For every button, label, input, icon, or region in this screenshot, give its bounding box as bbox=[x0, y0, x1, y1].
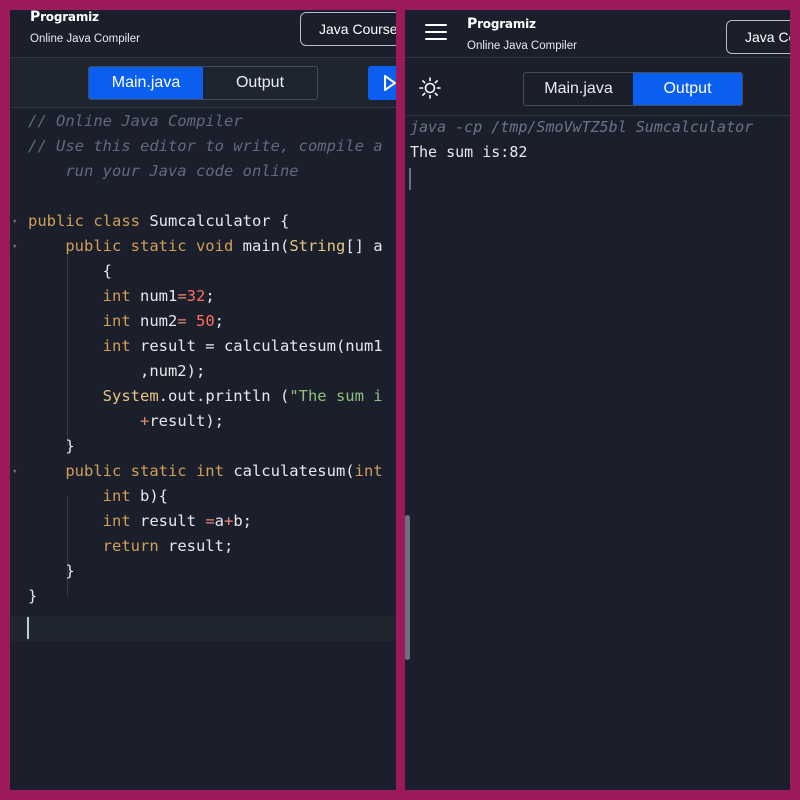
file-tabs: Main.java Output bbox=[88, 66, 318, 100]
top-bar: Programiz Online Java Compiler Java Cour… bbox=[10, 10, 396, 58]
code-line: // Online Java Compiler bbox=[28, 112, 243, 130]
code-line: run your Java code online bbox=[28, 162, 299, 180]
code-editor[interactable]: // Online Java Compiler // Use this edit… bbox=[10, 109, 396, 790]
code-line: public static int calculatesum(int bbox=[28, 462, 383, 480]
code-line: int result =a+b; bbox=[28, 512, 253, 530]
tab-bar: Main.java Output bbox=[405, 66, 790, 116]
code-line: public static void main(String[] a bbox=[28, 237, 383, 255]
output-result: The sum is:82 bbox=[410, 143, 528, 161]
java-course-button[interactable]: Java Co bbox=[726, 20, 790, 54]
top-bar: Programiz Online Java Compiler Java Co bbox=[405, 10, 790, 58]
code-line: int result = calculatesum(num1 bbox=[28, 337, 383, 355]
run-icon bbox=[384, 75, 396, 91]
code-line: public class Sumcalculator { bbox=[28, 212, 290, 230]
page-subtitle: Online Java Compiler bbox=[30, 33, 140, 45]
code-line: ,num2); bbox=[28, 362, 206, 380]
run-button[interactable] bbox=[368, 66, 396, 100]
code-line: int num1=32; bbox=[28, 287, 215, 305]
code-line: int b){ bbox=[28, 487, 168, 505]
code-line: } bbox=[28, 562, 75, 580]
tab-output[interactable]: Output bbox=[203, 67, 317, 99]
fold-arrow-icon[interactable]: ▾ bbox=[12, 242, 17, 252]
panel-resize-handle[interactable] bbox=[405, 515, 410, 660]
programiz-logo[interactable]: Programiz bbox=[30, 10, 99, 25]
sun-icon[interactable] bbox=[419, 77, 441, 99]
text-cursor bbox=[27, 617, 29, 639]
page-subtitle: Online Java Compiler bbox=[467, 40, 577, 52]
tab-bar: Main.java Output bbox=[10, 58, 396, 108]
code-line: System.out.println ("The sum i bbox=[28, 387, 383, 405]
code-line: return result; bbox=[28, 537, 234, 555]
fold-arrow-icon[interactable]: ▾ bbox=[12, 217, 17, 227]
tab-output[interactable]: Output bbox=[633, 73, 742, 105]
fold-arrow-icon[interactable]: ▾ bbox=[12, 467, 17, 477]
logo-text: rogramiz bbox=[477, 17, 536, 31]
logo-mark: P bbox=[467, 16, 478, 32]
code-line: int num2= 50; bbox=[28, 312, 224, 330]
output-panel: Programiz Online Java Compiler Java Co M… bbox=[405, 10, 790, 790]
java-course-button[interactable]: Java Course bbox=[300, 12, 396, 46]
code-line: } bbox=[28, 437, 75, 455]
logo-text: rogramiz bbox=[40, 10, 99, 24]
code-line: +result); bbox=[139, 412, 224, 430]
logo-mark: P bbox=[30, 10, 41, 25]
programiz-logo[interactable]: Programiz bbox=[467, 16, 536, 32]
text-cursor bbox=[409, 168, 411, 190]
output-console[interactable]: java -cp /tmp/SmoVwTZ5bl Sumcalculator T… bbox=[405, 115, 790, 790]
editor-panel: Programiz Online Java Compiler Java Cour… bbox=[10, 10, 396, 790]
tab-main-java[interactable]: Main.java bbox=[524, 73, 633, 105]
hamburger-icon[interactable] bbox=[425, 24, 447, 45]
code-line: // Use this editor to write, compile a bbox=[28, 137, 383, 155]
code-line: { bbox=[28, 262, 112, 280]
output-command: java -cp /tmp/SmoVwTZ5bl Sumcalculator bbox=[410, 118, 754, 136]
file-tabs: Main.java Output bbox=[523, 72, 743, 106]
active-line-highlight bbox=[10, 616, 396, 641]
code-line: } bbox=[28, 587, 38, 605]
tab-main-java[interactable]: Main.java bbox=[89, 67, 203, 99]
